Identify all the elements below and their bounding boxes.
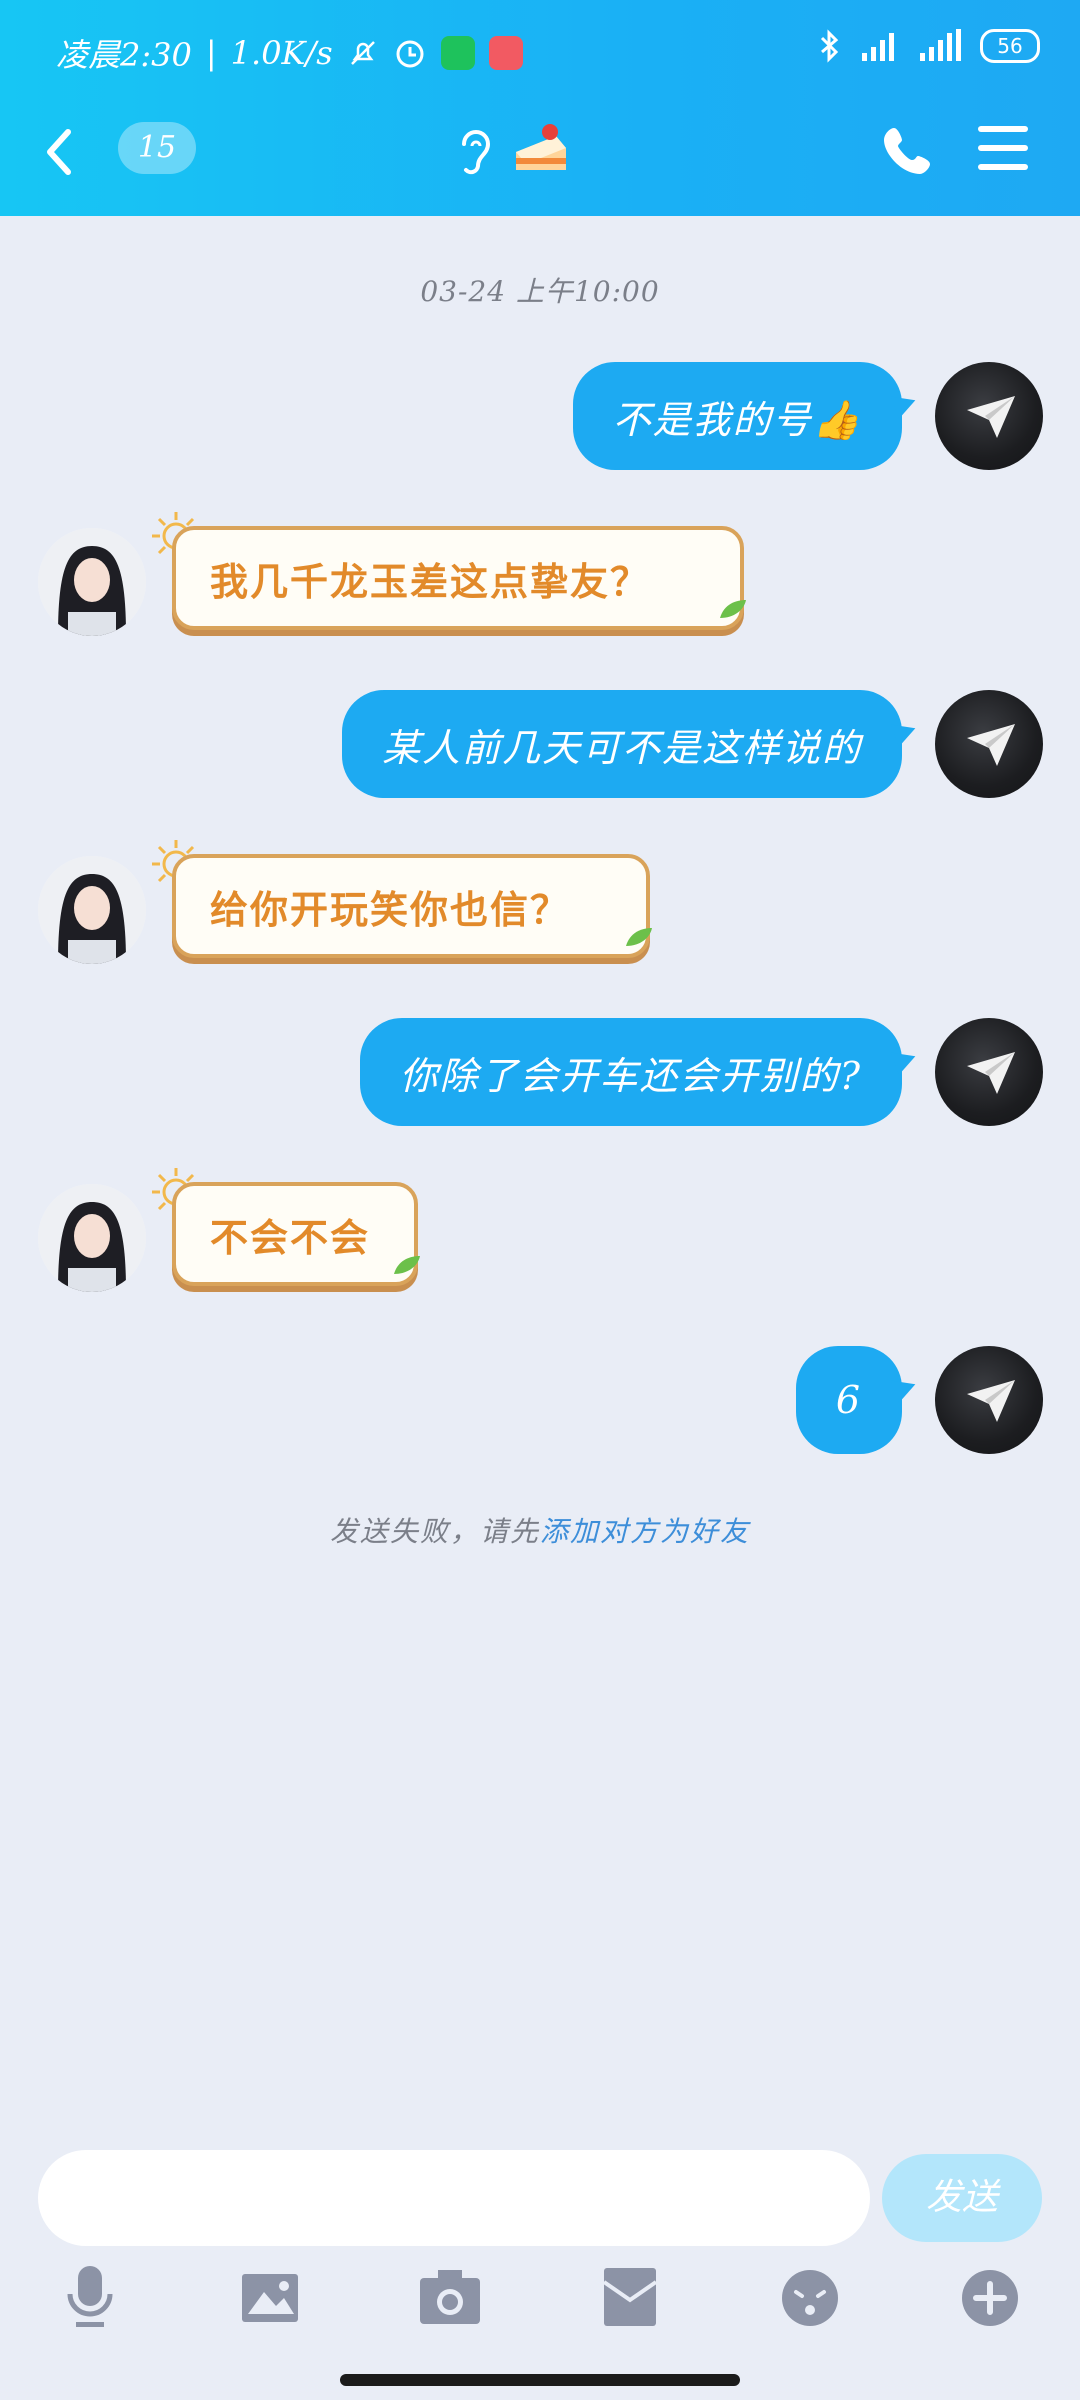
send-failed-notice: 发送失败，请先添加对方为好友 bbox=[0, 1510, 1080, 1550]
mute-icon bbox=[350, 41, 375, 65]
input-toolbar bbox=[0, 2262, 1080, 2352]
my-avatar[interactable] bbox=[935, 1018, 1043, 1126]
paper-plane-icon bbox=[967, 724, 1015, 766]
portrait-image bbox=[38, 856, 146, 964]
network-speed: 1.0K/s bbox=[230, 34, 333, 72]
phone-icon[interactable] bbox=[880, 122, 936, 178]
message-bubble-in[interactable]: 给你开玩笑你也信？ bbox=[172, 854, 650, 958]
message-text: 你除了会开车还会开别的? bbox=[399, 1053, 862, 1098]
message-bubble-out[interactable]: 你除了会开车还会开别的? bbox=[359, 1018, 902, 1126]
my-avatar[interactable] bbox=[935, 362, 1043, 470]
signal-icon bbox=[862, 33, 894, 61]
leaf-decoration-icon bbox=[394, 1256, 420, 1274]
leaf-decoration-icon bbox=[626, 928, 652, 946]
contact-avatar[interactable] bbox=[38, 856, 146, 964]
chat-timestamp: 03-24 上午10:00 bbox=[420, 275, 660, 308]
message-text: 6 bbox=[835, 1378, 862, 1422]
header: 凌晨2:30 | 1.0K/s 56 15 bbox=[0, 0, 1080, 216]
menu-icon[interactable] bbox=[978, 126, 1028, 172]
paper-plane-icon bbox=[967, 396, 1015, 438]
health-app-icon bbox=[488, 36, 523, 70]
battery-level: 56 bbox=[997, 34, 1023, 58]
message-text: 我几千龙玉差这点挚友？ bbox=[210, 559, 651, 604]
nav-bar: 15 bbox=[0, 100, 1080, 216]
status-time: 凌晨2:30 bbox=[56, 36, 192, 74]
image-icon[interactable] bbox=[238, 2262, 302, 2332]
paper-plane-icon bbox=[967, 1052, 1015, 1094]
message-text: 不是我的号👍 bbox=[612, 397, 862, 442]
contact-avatar[interactable] bbox=[38, 528, 146, 636]
contact-avatar[interactable] bbox=[38, 1184, 146, 1292]
plus-icon[interactable] bbox=[958, 2262, 1022, 2332]
ear-icon[interactable] bbox=[454, 120, 494, 180]
message-bubble-out[interactable]: 6 bbox=[795, 1346, 902, 1454]
send-button[interactable]: 发送 bbox=[882, 2154, 1042, 2242]
portrait-image bbox=[38, 528, 146, 636]
status-separator: | bbox=[205, 34, 217, 72]
message-text: 不会不会 bbox=[210, 1215, 371, 1260]
signal-icon-2 bbox=[920, 29, 961, 61]
home-indicator[interactable] bbox=[340, 2374, 740, 2386]
portrait-image bbox=[38, 1184, 146, 1292]
add-friend-link[interactable]: 添加对方为好友 bbox=[540, 1515, 750, 1548]
message-bubble-out[interactable]: 不是我的号👍 bbox=[572, 362, 902, 470]
redpacket-icon[interactable] bbox=[598, 2262, 662, 2332]
unread-count-badge[interactable]: 15 bbox=[118, 122, 196, 174]
mic-icon[interactable] bbox=[58, 2262, 122, 2332]
message-text: 给你开玩笑你也信？ bbox=[210, 887, 571, 932]
chat-screen: 凌晨2:30 | 1.0K/s 56 15 03-24 上午10:00 不是我的… bbox=[0, 0, 1080, 2400]
message-input[interactable] bbox=[38, 2150, 870, 2246]
my-avatar[interactable] bbox=[935, 1346, 1043, 1454]
message-bubble-in[interactable]: 我几千龙玉差这点挚友？ bbox=[172, 526, 744, 630]
message-bubble-in[interactable]: 不会不会 bbox=[172, 1182, 418, 1286]
camera-icon[interactable] bbox=[418, 2262, 482, 2332]
alarm-icon bbox=[396, 40, 424, 68]
battery-indicator: 56 bbox=[980, 29, 1040, 63]
status-bar: 凌晨2:30 | 1.0K/s 56 bbox=[0, 0, 1080, 100]
my-avatar[interactable] bbox=[935, 690, 1043, 798]
paper-plane-icon bbox=[967, 1380, 1015, 1422]
back-icon[interactable] bbox=[40, 122, 80, 182]
wechat-app-icon bbox=[440, 36, 475, 70]
message-text: 某人前几天可不是这样说的 bbox=[381, 725, 862, 770]
leaf-decoration-icon bbox=[720, 600, 746, 618]
fail-text: 发送失败，请先 bbox=[329, 1515, 540, 1548]
message-bubble-out[interactable]: 某人前几天可不是这样说的 bbox=[341, 690, 902, 798]
bluetooth-icon bbox=[820, 29, 839, 63]
cake-icon bbox=[516, 124, 566, 170]
emoji-icon[interactable] bbox=[778, 2262, 842, 2332]
